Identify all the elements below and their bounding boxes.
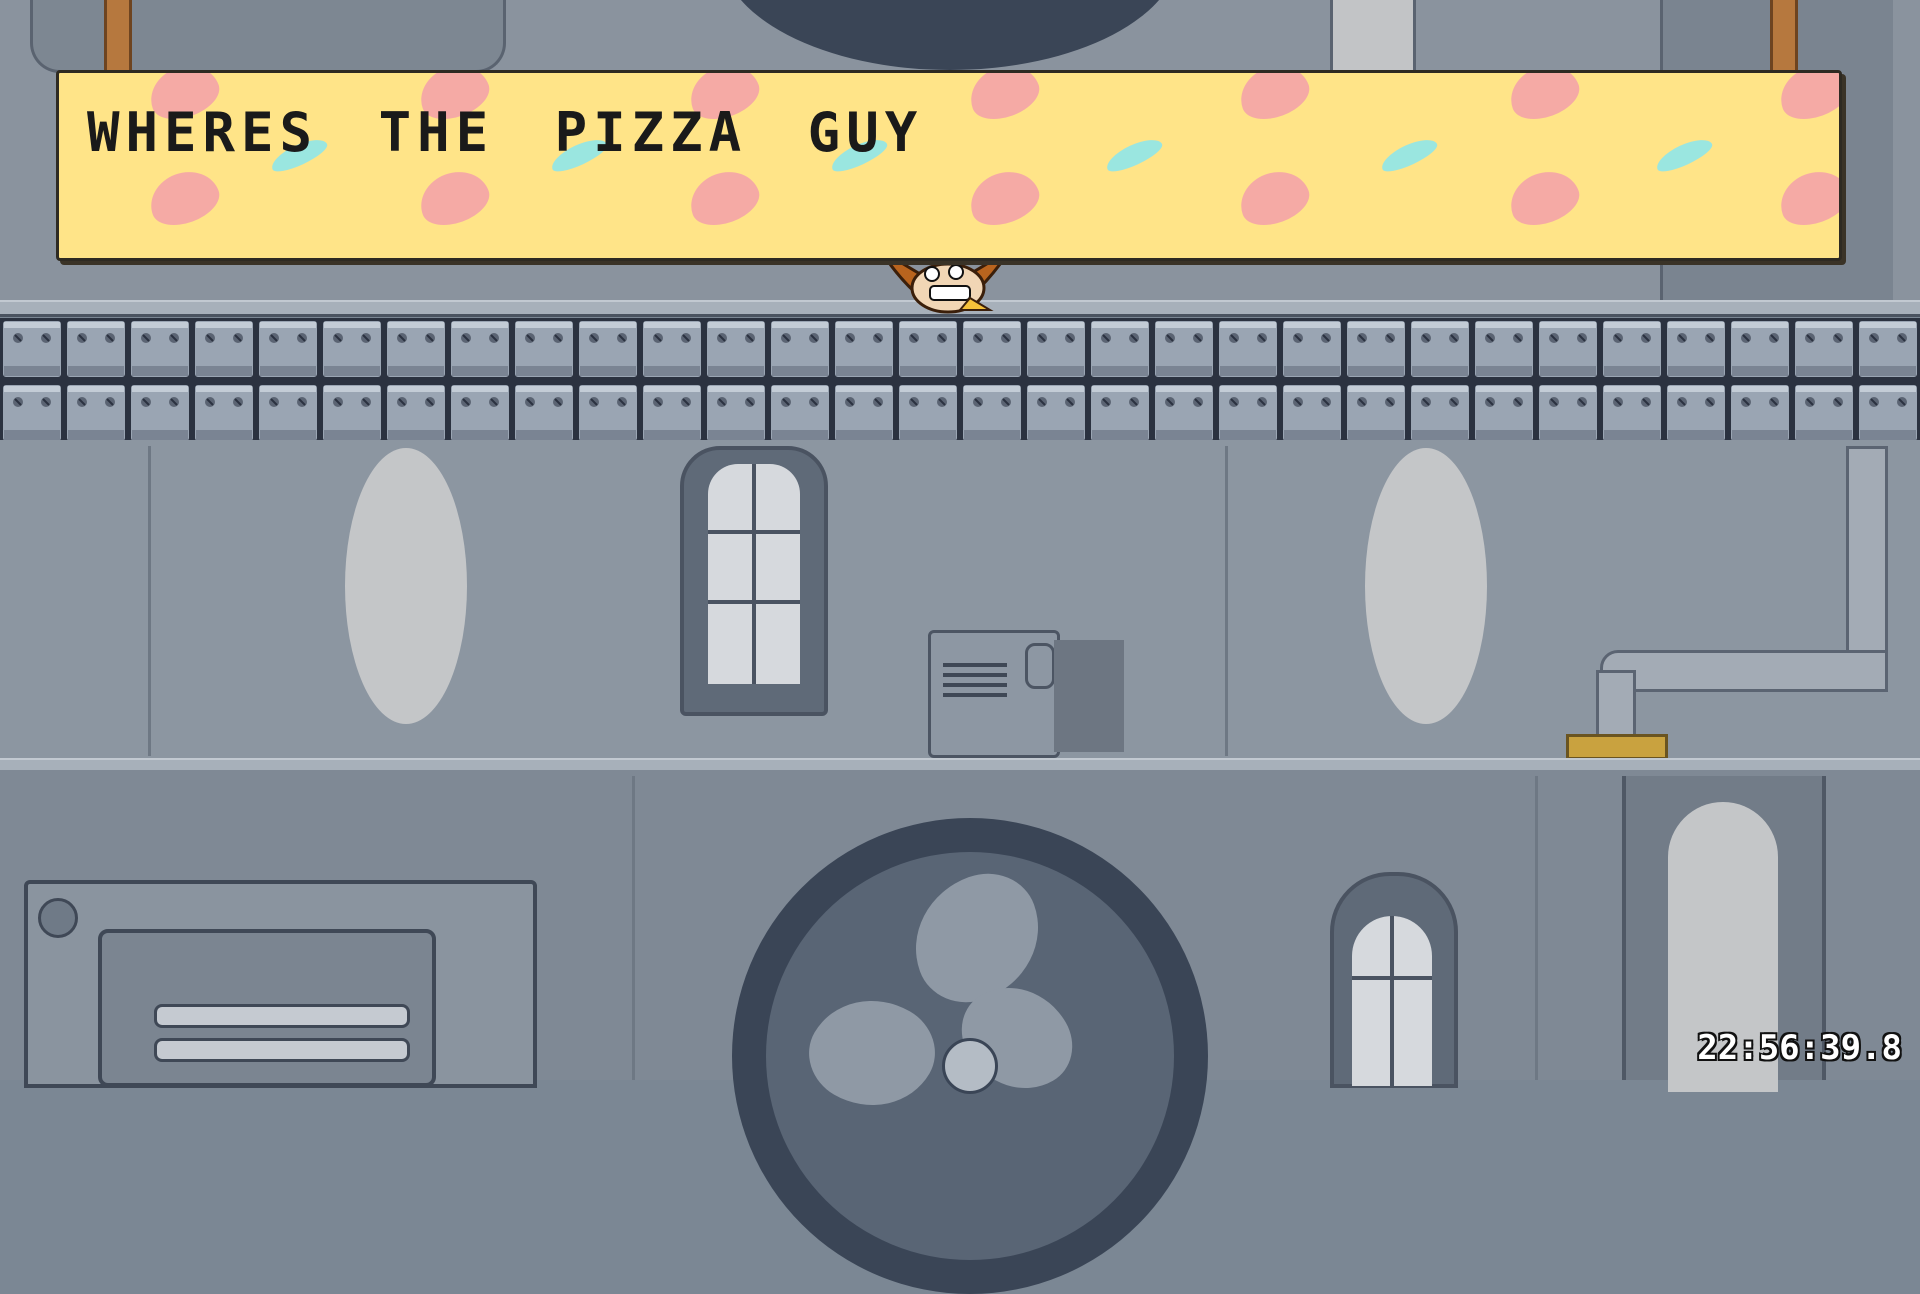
upper-right-panel bbox=[1330, 0, 1416, 73]
vent-shadow bbox=[1054, 640, 1124, 752]
speedrun-timer: 22:56:39.8 bbox=[1697, 1028, 1902, 1068]
wall-seam bbox=[1535, 776, 1538, 1080]
exhaust-pipe bbox=[1846, 446, 1888, 672]
wall-seam bbox=[1225, 446, 1228, 756]
wall-seam bbox=[632, 776, 635, 1080]
upper-wall-panel bbox=[30, 0, 506, 73]
exhaust-pipe-bend bbox=[1600, 650, 1888, 692]
oval-window bbox=[345, 448, 467, 724]
arched-window bbox=[1330, 872, 1458, 1088]
metal-block-row bbox=[0, 318, 1920, 446]
large-vent-panel bbox=[24, 880, 537, 1088]
vent-plug-icon bbox=[1025, 643, 1055, 689]
wall-seam bbox=[148, 446, 151, 756]
metal-blocks-graphic bbox=[0, 320, 1920, 444]
banner-rope-left bbox=[104, 0, 132, 74]
arched-window bbox=[680, 446, 828, 716]
banner-rope-right bbox=[1770, 0, 1798, 74]
industrial-fan-icon bbox=[732, 818, 1208, 1294]
dialog-text: WHERES THE PIZZA GUY bbox=[87, 101, 924, 164]
oval-window bbox=[1365, 448, 1487, 724]
wall-vent bbox=[928, 630, 1060, 758]
dialog-banner: WHERES THE PIZZA GUY bbox=[56, 70, 1842, 261]
pipe-base bbox=[1566, 734, 1668, 760]
bolt-icon bbox=[38, 898, 78, 938]
